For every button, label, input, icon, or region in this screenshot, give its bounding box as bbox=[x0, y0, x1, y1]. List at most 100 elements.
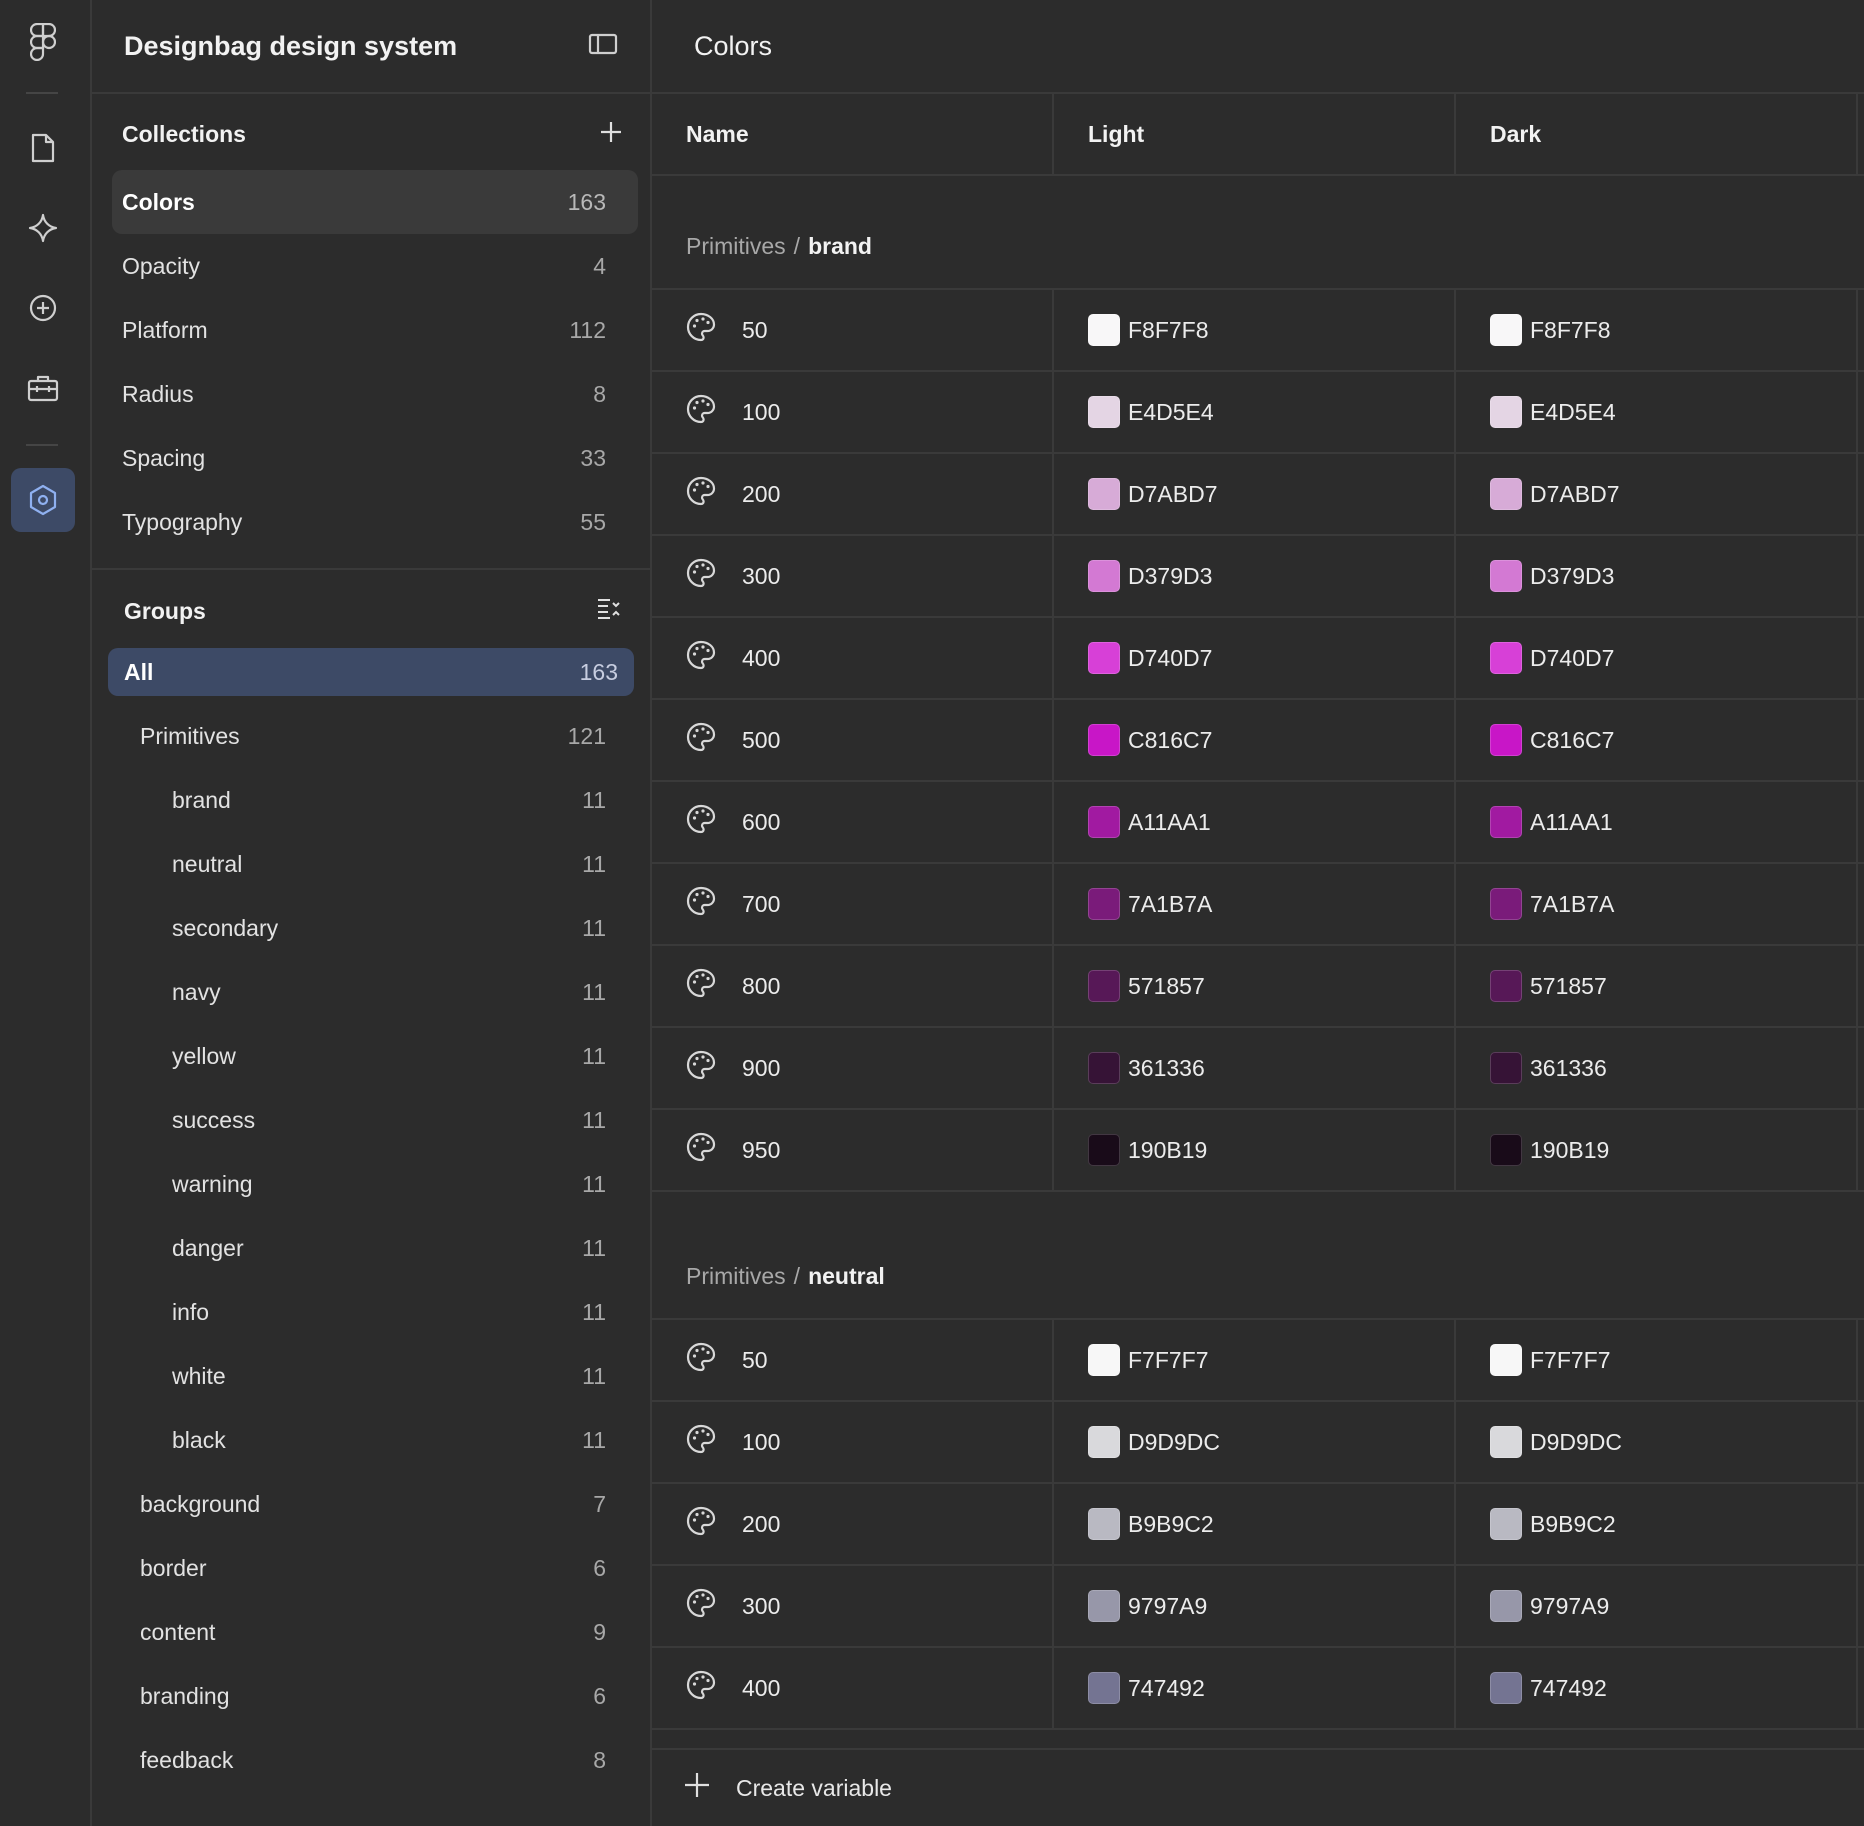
color-swatch[interactable] bbox=[1088, 1052, 1120, 1084]
collection-typography[interactable]: Typography 55 bbox=[112, 490, 638, 554]
group-danger[interactable]: danger 11 bbox=[112, 1216, 638, 1280]
variables-icon[interactable] bbox=[11, 468, 75, 532]
color-swatch[interactable] bbox=[1490, 1426, 1522, 1458]
sidebar-toggle-icon[interactable] bbox=[588, 33, 618, 60]
variable-row[interactable]: 200 D7ABD7 D7ABD7 bbox=[652, 454, 1864, 536]
variable-name-cell[interactable]: 50 bbox=[652, 290, 1054, 370]
collection-spacing[interactable]: Spacing 33 bbox=[112, 426, 638, 490]
color-swatch[interactable] bbox=[1088, 1344, 1120, 1376]
variable-row[interactable]: 900 361336 361336 bbox=[652, 1028, 1864, 1110]
color-swatch[interactable] bbox=[1490, 1508, 1522, 1540]
color-swatch[interactable] bbox=[1088, 1134, 1120, 1166]
color-swatch[interactable] bbox=[1490, 396, 1522, 428]
light-value-cell[interactable]: B9B9C2 bbox=[1054, 1484, 1456, 1564]
dark-value-cell[interactable]: 571857 bbox=[1456, 946, 1858, 1026]
variable-row[interactable]: 300 D379D3 D379D3 bbox=[652, 536, 1864, 618]
variable-name-cell[interactable]: 400 bbox=[652, 618, 1054, 698]
group-success[interactable]: success 11 bbox=[112, 1088, 638, 1152]
group-black[interactable]: black 11 bbox=[112, 1408, 638, 1472]
variable-name-cell[interactable]: 100 bbox=[652, 1402, 1054, 1482]
color-swatch[interactable] bbox=[1490, 724, 1522, 756]
variable-name-cell[interactable]: 300 bbox=[652, 536, 1054, 616]
color-swatch[interactable] bbox=[1088, 970, 1120, 1002]
variable-row[interactable]: 950 190B19 190B19 bbox=[652, 1110, 1864, 1192]
group-white[interactable]: white 11 bbox=[112, 1344, 638, 1408]
color-swatch[interactable] bbox=[1088, 642, 1120, 674]
column-name[interactable]: Name bbox=[652, 94, 1054, 174]
dark-value-cell[interactable]: D7ABD7 bbox=[1456, 454, 1858, 534]
color-swatch[interactable] bbox=[1088, 560, 1120, 592]
collection-colors[interactable]: Colors 163 bbox=[112, 170, 638, 234]
toolbox-icon[interactable] bbox=[11, 356, 75, 420]
dark-value-cell[interactable]: 747492 bbox=[1456, 1648, 1858, 1728]
variable-row[interactable]: 600 A11AA1 A11AA1 bbox=[652, 782, 1864, 864]
light-value-cell[interactable]: 747492 bbox=[1054, 1648, 1456, 1728]
variable-name-cell[interactable]: 700 bbox=[652, 864, 1054, 944]
light-value-cell[interactable]: D7ABD7 bbox=[1054, 454, 1456, 534]
light-value-cell[interactable]: E4D5E4 bbox=[1054, 372, 1456, 452]
light-value-cell[interactable]: D379D3 bbox=[1054, 536, 1456, 616]
color-swatch[interactable] bbox=[1490, 314, 1522, 346]
group-navy[interactable]: navy 11 bbox=[112, 960, 638, 1024]
variable-name-cell[interactable]: 300 bbox=[652, 1566, 1054, 1646]
dark-value-cell[interactable]: 7A1B7A bbox=[1456, 864, 1858, 944]
group-all[interactable]: All 163 bbox=[108, 648, 634, 696]
dark-value-cell[interactable]: E4D5E4 bbox=[1456, 372, 1858, 452]
light-value-cell[interactable]: C816C7 bbox=[1054, 700, 1456, 780]
color-swatch[interactable] bbox=[1490, 642, 1522, 674]
color-swatch[interactable] bbox=[1490, 1134, 1522, 1166]
variable-name-cell[interactable]: 500 bbox=[652, 700, 1054, 780]
variable-row[interactable]: 700 7A1B7A 7A1B7A bbox=[652, 864, 1864, 946]
dark-value-cell[interactable]: D740D7 bbox=[1456, 618, 1858, 698]
light-value-cell[interactable]: D740D7 bbox=[1054, 618, 1456, 698]
light-value-cell[interactable]: F8F7F8 bbox=[1054, 290, 1456, 370]
collection-radius[interactable]: Radius 8 bbox=[112, 362, 638, 426]
dark-value-cell[interactable]: A11AA1 bbox=[1456, 782, 1858, 862]
color-swatch[interactable] bbox=[1088, 1672, 1120, 1704]
color-swatch[interactable] bbox=[1490, 806, 1522, 838]
variable-name-cell[interactable]: 800 bbox=[652, 946, 1054, 1026]
group-background[interactable]: background 7 bbox=[112, 1472, 638, 1536]
variable-row[interactable]: 200 B9B9C2 B9B9C2 bbox=[652, 1484, 1864, 1566]
sparkle-icon[interactable] bbox=[11, 196, 75, 260]
dark-value-cell[interactable]: 361336 bbox=[1456, 1028, 1858, 1108]
color-swatch[interactable] bbox=[1088, 1590, 1120, 1622]
dark-value-cell[interactable]: D9D9DC bbox=[1456, 1402, 1858, 1482]
group-content[interactable]: content 9 bbox=[112, 1600, 638, 1664]
group-primitives[interactable]: Primitives 121 bbox=[112, 704, 638, 768]
group-yellow[interactable]: yellow 11 bbox=[112, 1024, 638, 1088]
dark-value-cell[interactable]: 190B19 bbox=[1456, 1110, 1858, 1190]
collection-platform[interactable]: Platform 112 bbox=[112, 298, 638, 362]
light-value-cell[interactable]: 571857 bbox=[1054, 946, 1456, 1026]
light-value-cell[interactable]: 361336 bbox=[1054, 1028, 1456, 1108]
light-value-cell[interactable]: F7F7F7 bbox=[1054, 1320, 1456, 1400]
group-info[interactable]: info 11 bbox=[112, 1280, 638, 1344]
color-swatch[interactable] bbox=[1490, 1344, 1522, 1376]
variable-name-cell[interactable]: 400 bbox=[652, 1648, 1054, 1728]
color-swatch[interactable] bbox=[1490, 888, 1522, 920]
variable-row[interactable]: 300 9797A9 9797A9 bbox=[652, 1566, 1864, 1648]
create-variable-button[interactable]: Create variable bbox=[652, 1748, 1864, 1826]
group-branding[interactable]: branding 6 bbox=[112, 1664, 638, 1728]
color-swatch[interactable] bbox=[1088, 1508, 1120, 1540]
variable-name-cell[interactable]: 900 bbox=[652, 1028, 1054, 1108]
dark-value-cell[interactable]: B9B9C2 bbox=[1456, 1484, 1858, 1564]
color-swatch[interactable] bbox=[1088, 1426, 1120, 1458]
color-swatch[interactable] bbox=[1490, 970, 1522, 1002]
light-value-cell[interactable]: A11AA1 bbox=[1054, 782, 1456, 862]
color-swatch[interactable] bbox=[1490, 1672, 1522, 1704]
color-swatch[interactable] bbox=[1490, 1052, 1522, 1084]
collection-opacity[interactable]: Opacity 4 bbox=[112, 234, 638, 298]
group-warning[interactable]: warning 11 bbox=[112, 1152, 638, 1216]
group-border[interactable]: border 6 bbox=[112, 1536, 638, 1600]
variable-name-cell[interactable]: 200 bbox=[652, 454, 1054, 534]
file-icon[interactable] bbox=[11, 116, 75, 180]
color-swatch[interactable] bbox=[1088, 806, 1120, 838]
variable-row[interactable]: 800 571857 571857 bbox=[652, 946, 1864, 1028]
figma-logo-icon[interactable] bbox=[11, 10, 75, 74]
group-feedback[interactable]: feedback 8 bbox=[112, 1728, 638, 1792]
add-collection-icon[interactable] bbox=[600, 121, 622, 148]
dark-value-cell[interactable]: D379D3 bbox=[1456, 536, 1858, 616]
dark-value-cell[interactable]: C816C7 bbox=[1456, 700, 1858, 780]
color-swatch[interactable] bbox=[1490, 560, 1522, 592]
